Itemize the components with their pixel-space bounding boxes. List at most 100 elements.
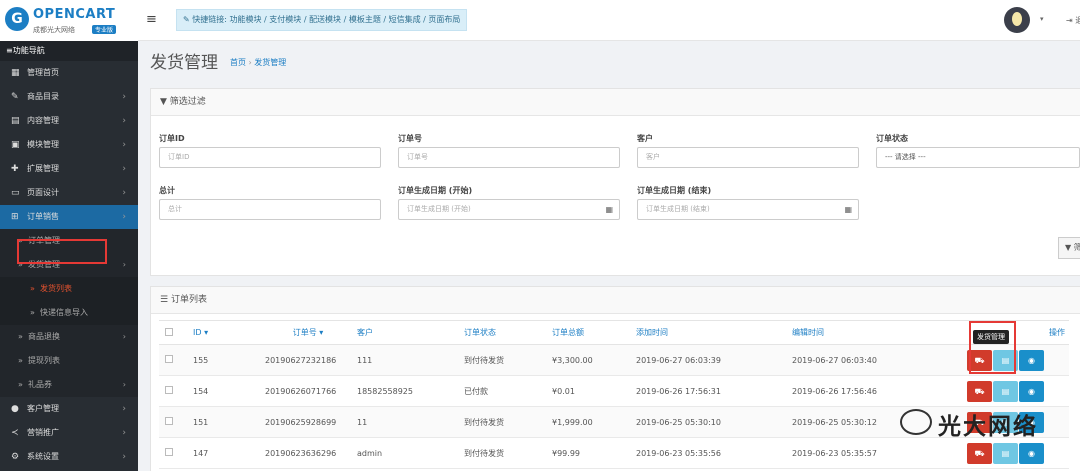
column-header-status[interactable]: 订单状态 — [458, 320, 546, 345]
order-id-input[interactable]: 订单ID — [159, 147, 381, 168]
order-no-input[interactable]: 订单号 — [398, 147, 620, 168]
filter-panel-header: ▼ 筛选过滤 — [151, 89, 1080, 116]
ship-tooltip: 发货管理 — [973, 330, 1009, 344]
user-icon: ● — [11, 404, 19, 414]
sidebar-item-extensions[interactable]: ✚ 扩展管理 › — [0, 157, 138, 181]
date-start-input[interactable]: 订单生成日期 (开始) ▦ — [398, 199, 620, 220]
order-customer: admin — [351, 437, 458, 469]
order-status: 已付款 — [458, 375, 546, 407]
quick-link[interactable]: 功能模块 — [230, 15, 262, 24]
dashboard-icon: ▦ — [11, 68, 20, 78]
gear-icon: ⚙ — [11, 452, 20, 462]
order-status-select[interactable]: --- 请选择 --- — [876, 147, 1080, 168]
sidebar-item-marketing[interactable]: ≺ 营销推广 › — [0, 421, 138, 445]
sidebar-item-label: 客户管理 — [27, 404, 59, 413]
row-select-cell — [159, 437, 187, 469]
bullet-icon: » — [30, 308, 35, 317]
order-id: 151 — [187, 406, 259, 438]
sidebar-subitem-shipping-list[interactable]: » 发货列表 — [0, 277, 138, 301]
quick-link[interactable]: 模板主题 — [349, 15, 381, 24]
chevron-right-icon: › — [122, 428, 126, 438]
customer-input[interactable]: 客户 — [637, 147, 859, 168]
quick-links-label: ✎ 快捷链接: — [183, 15, 227, 24]
order-customer: 18582558925 — [351, 375, 458, 407]
eye-icon[interactable]: ◉ — [1019, 349, 1044, 371]
sidebar-item-sales[interactable]: ⊞ 订单销售 › — [0, 205, 138, 229]
watermark: 光大网络 — [900, 405, 1080, 447]
table-row: 155 20190627232186 111 到付待发货 ¥3,300.00 2… — [159, 344, 1069, 376]
chevron-down-icon[interactable]: ▾ — [1040, 15, 1044, 23]
calendar-icon[interactable]: ▦ — [605, 200, 613, 219]
chevron-right-icon: › — [122, 452, 126, 462]
order-no: 20190627232186 — [259, 344, 351, 376]
sidebar-item-label: 发货列表 — [40, 284, 72, 293]
order-status: 到付待发货 — [458, 437, 546, 469]
breadcrumb-home[interactable]: 首页 — [230, 58, 246, 67]
filter-button[interactable]: ▼ 筛 — [1058, 237, 1080, 259]
order-added: 2019-06-26 17:56:31 — [630, 375, 786, 407]
row-checkbox[interactable] — [165, 386, 173, 394]
order-actions: ⛟ ▤ ◉ — [961, 375, 1069, 407]
order-total: ¥99.99 — [546, 437, 630, 469]
logo[interactable]: G OPENCART 成都光大网络 专业版 — [0, 0, 138, 41]
order-status: 到付待发货 — [458, 344, 546, 376]
sidebar-item-content[interactable]: ▤ 内容管理 › — [0, 109, 138, 133]
breadcrumb-current[interactable]: 发货管理 — [254, 58, 286, 67]
column-header-added[interactable]: 添加时间 — [630, 320, 786, 345]
logo-mark: G — [5, 7, 29, 31]
quick-link[interactable]: 页面布局 — [428, 15, 460, 24]
order-id: 154 — [187, 375, 259, 407]
order-modified: 2019-06-26 17:56:46 — [786, 375, 961, 407]
sidebar-title: ≡功能导航 — [0, 41, 138, 61]
order-added: 2019-06-25 05:30:10 — [630, 406, 786, 438]
row-checkbox[interactable] — [165, 448, 173, 456]
column-header-customer[interactable]: 客户 — [351, 320, 458, 345]
date-end-input[interactable]: 订单生成日期 (结束) ▦ — [637, 199, 859, 220]
quick-link[interactable]: 短信集成 — [389, 15, 421, 24]
sidebar-subitem-withdrawals[interactable]: » 提现列表 — [0, 349, 138, 373]
sidebar-item-modules[interactable]: ▣ 模块管理 › — [0, 133, 138, 157]
sidebar-item-design[interactable]: ▭ 页面设计 › — [0, 181, 138, 205]
order-status-label: 订单状态 — [876, 134, 908, 143]
sidebar-subitem-vouchers[interactable]: » 礼品券 › — [0, 373, 138, 397]
top-bar: G OPENCART 成都光大网络 专业版 ≡ ✎ 快捷链接: 功能模块 / 支… — [0, 0, 1080, 41]
avatar[interactable] — [1004, 7, 1030, 33]
quick-link[interactable]: 支付模块 — [269, 15, 301, 24]
eye-icon[interactable]: ◉ — [1019, 380, 1044, 402]
truck-icon[interactable]: ⛟ — [967, 380, 992, 402]
print-icon[interactable]: ▤ — [993, 380, 1018, 402]
column-header-order-no[interactable]: 订单号 ▾ — [259, 320, 351, 345]
sidebar-item-label: 管理首页 — [27, 68, 59, 77]
date-start-placeholder: 订单生成日期 (开始) — [407, 205, 471, 213]
order-status: 到付待发货 — [458, 406, 546, 438]
highlight-box — [17, 239, 107, 264]
sidebar-item-catalog[interactable]: ✎ 商品目录 › — [0, 85, 138, 109]
sidebar-item-label: 商品目录 — [27, 92, 59, 101]
sidebar-item-settings[interactable]: ⚙ 系统设置 › — [0, 445, 138, 469]
column-header-total[interactable]: 订单总额 — [546, 320, 630, 345]
cart-icon: ⊞ — [11, 212, 19, 222]
sidebar-item-dashboard[interactable]: ▦ 管理首页 — [0, 61, 138, 85]
row-select-cell — [159, 375, 187, 407]
sidebar-subitem-returns[interactable]: » 商品退换 › — [0, 325, 138, 349]
watermark-text: 光大网络 — [938, 414, 1038, 440]
select-all-checkbox[interactable] — [165, 327, 173, 336]
total-input[interactable]: 总计 — [159, 199, 381, 220]
calendar-icon[interactable]: ▦ — [844, 200, 852, 219]
logout-button[interactable]: ⇥ 退 — [1066, 15, 1080, 26]
chevron-right-icon: › — [122, 332, 126, 341]
column-header-modified[interactable]: 编辑时间 — [786, 320, 961, 345]
bullet-icon: » — [18, 380, 23, 389]
sidebar-subitem-express-import[interactable]: » 快递信息导入 — [0, 301, 138, 325]
row-checkbox[interactable] — [165, 417, 173, 425]
chevron-right-icon: › — [122, 380, 126, 389]
filter-icon: ▼ — [160, 97, 167, 107]
column-header-id[interactable]: ID ▾ — [187, 320, 259, 345]
sidebar-item-customers[interactable]: ● 客户管理 › — [0, 397, 138, 421]
quick-link[interactable]: 配送模块 — [309, 15, 341, 24]
menu-icon[interactable]: ≡ — [146, 12, 157, 27]
highlight-box — [969, 321, 1016, 374]
sidebar-item-label: 营销推广 — [27, 428, 59, 437]
row-checkbox[interactable] — [165, 355, 173, 363]
monitor-icon: ▭ — [11, 188, 20, 198]
